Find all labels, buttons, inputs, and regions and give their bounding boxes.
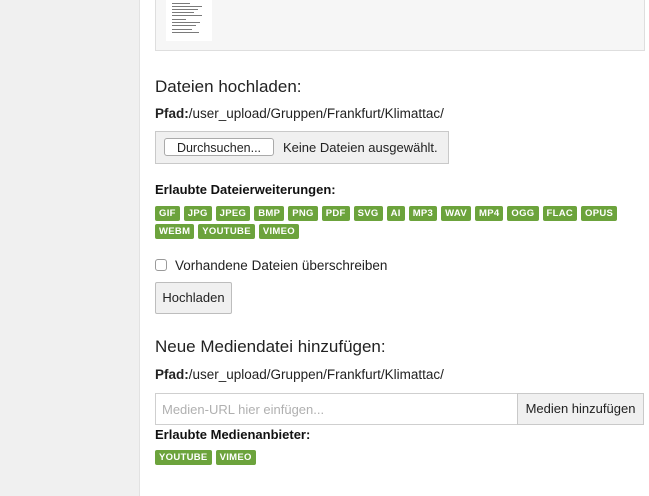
overwrite-label[interactable]: Vorhandene Dateien überschreiben — [175, 258, 387, 273]
upload-path-label: Pfad: — [155, 106, 189, 121]
extension-tag-jpg: JPG — [183, 206, 212, 221]
extension-tag-gif: GIF — [155, 206, 180, 221]
media-url-input[interactable] — [155, 393, 518, 425]
extension-tag-wav: WAV — [441, 206, 471, 221]
extension-tag-jpeg: JPEG — [215, 206, 251, 221]
upload-path: Pfad:/user_upload/Gruppen/Frankfurt/Klim… — [155, 106, 444, 121]
file-preview-panel — [155, 0, 645, 51]
allowed-extensions-label: Erlaubte Dateierweiterungen: — [155, 182, 336, 197]
provider-tags: YOUTUBE VIMEO — [155, 450, 635, 465]
extension-tag-youtube: YOUTUBE — [198, 224, 255, 239]
provider-tag-vimeo: VIMEO — [215, 450, 256, 465]
overwrite-checkbox[interactable] — [155, 259, 167, 271]
upload-path-value: /user_upload/Gruppen/Frankfurt/Klimattac… — [188, 106, 444, 121]
extension-tags: GIF JPG JPEG BMP PNG PDF SVG AI MP3 WAV MP4 OGG FLAC… — [155, 206, 635, 239]
extension-tag-png: PNG — [288, 206, 318, 221]
provider-tag-youtube: YOUTUBE — [155, 450, 212, 465]
add-media-button[interactable]: Medien hinzufügen — [517, 393, 644, 425]
allowed-providers-label: Erlaubte Medienanbieter: — [155, 427, 311, 442]
media-path-label: Pfad: — [155, 367, 189, 382]
extension-tag-ai: AI — [386, 206, 405, 221]
overwrite-option[interactable]: Vorhandene Dateien überschreiben — [155, 257, 387, 273]
browse-button[interactable]: Durchsuchen... — [164, 138, 274, 156]
extension-tag-opus: OPUS — [581, 206, 618, 221]
extension-tag-pdf: PDF — [321, 206, 350, 221]
left-sidebar — [0, 0, 140, 496]
media-path-value: /user_upload/Gruppen/Frankfurt/Klimattac… — [188, 367, 444, 382]
extension-tag-mp4: MP4 — [474, 206, 504, 221]
extension-tag-webm: WEBM — [155, 224, 195, 239]
no-file-selected-text: Keine Dateien ausgewählt. — [283, 140, 438, 155]
media-heading: Neue Mediendatei hinzufügen: — [155, 337, 386, 356]
file-input[interactable]: Durchsuchen... Keine Dateien ausgewählt. — [155, 131, 449, 164]
media-path: Pfad:/user_upload/Gruppen/Frankfurt/Klim… — [155, 367, 444, 382]
upload-button[interactable]: Hochladen — [155, 282, 232, 314]
document-thumbnail[interactable] — [166, 0, 212, 41]
extension-tag-bmp: BMP — [254, 206, 285, 221]
extension-tag-mp3: MP3 — [408, 206, 438, 221]
extension-tag-svg: SVG — [353, 206, 383, 221]
extension-tag-flac: FLAC — [542, 206, 578, 221]
upload-heading: Dateien hochladen: — [155, 77, 302, 96]
extension-tag-ogg: OGG — [507, 206, 539, 221]
extension-tag-vimeo: VIMEO — [258, 224, 299, 239]
